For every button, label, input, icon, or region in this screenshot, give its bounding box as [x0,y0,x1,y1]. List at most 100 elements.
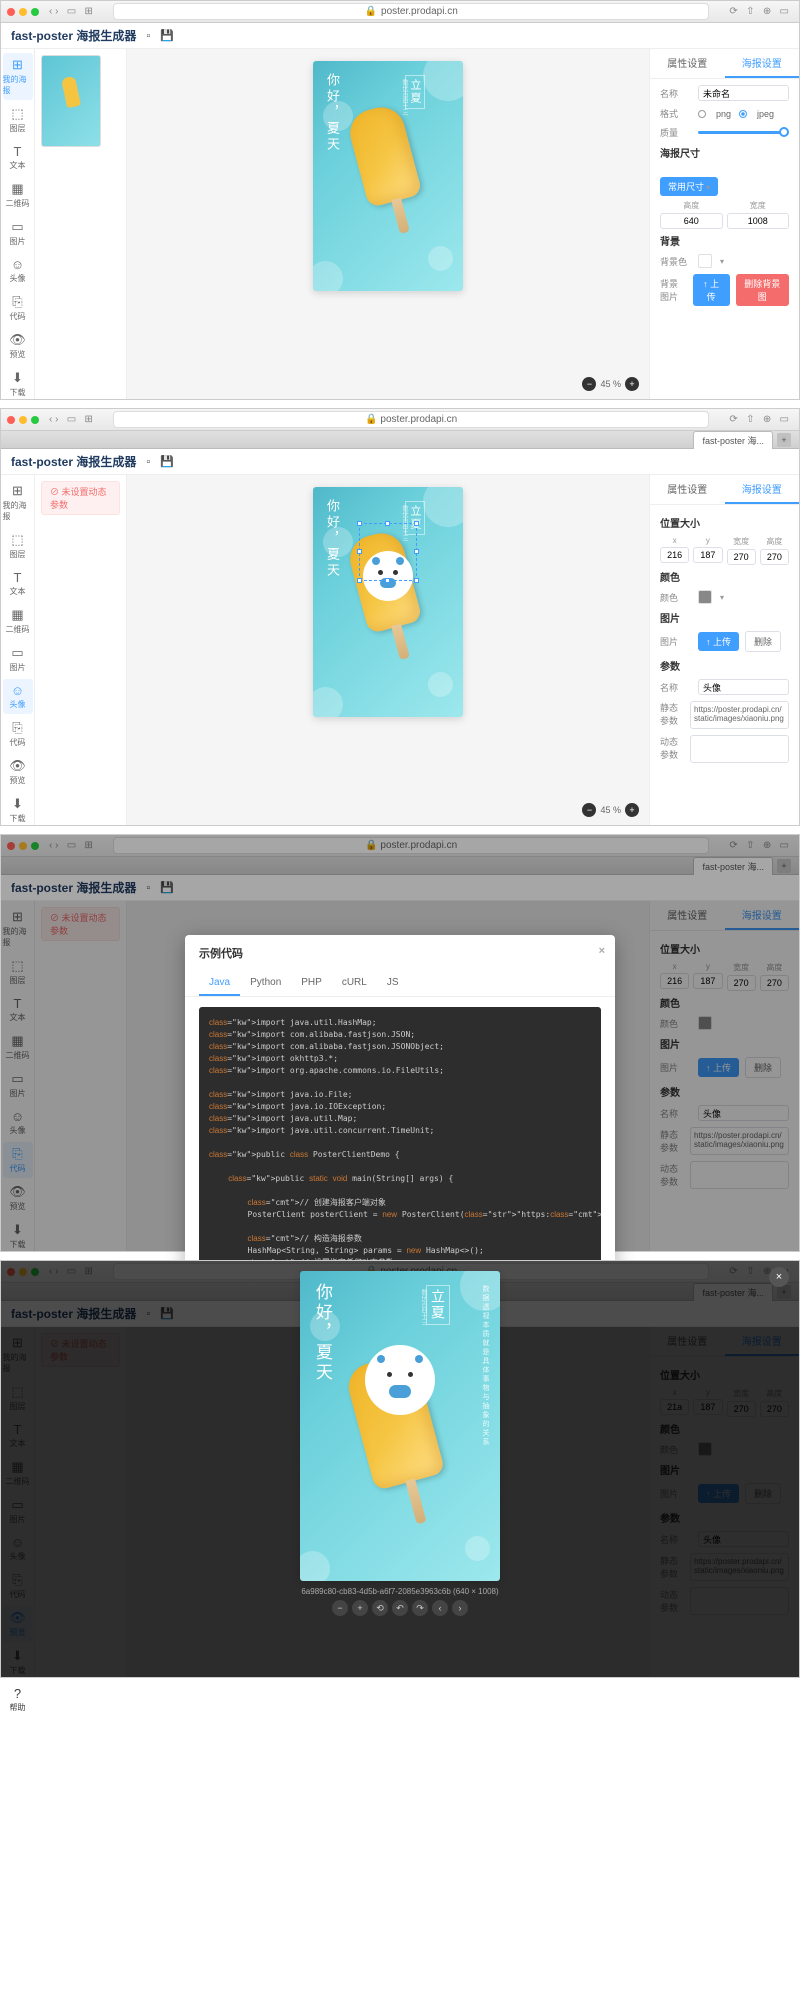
remove-bg-button[interactable]: 删除背景图 [736,274,790,306]
poster-thumbnail[interactable] [41,55,101,147]
modal-title: 示例代码 [199,948,243,960]
sidebar-label: 代码 [10,737,26,748]
poster-name-input[interactable] [698,85,789,101]
sidebar-item-0[interactable]: ⊞我的海报 [3,53,33,100]
sidebar-item-1[interactable]: ⬚图层 [3,528,33,564]
code-tab-java[interactable]: Java [199,971,240,996]
zoom-in-icon[interactable]: + [352,1600,368,1616]
sidebar-item-6[interactable]: ⎘代码 [3,290,33,326]
properties-panel: 属性设置 海报设置 名称 格式 png jpeg 质量 海报尺寸 常用尺寸▾ 高… [649,49,799,399]
address-bar[interactable]: 🔒 poster.prodapi.cn [113,411,709,428]
next-icon[interactable]: › [452,1600,468,1616]
zoom-out-button[interactable]: − [582,377,596,391]
save-icon[interactable]: 💾 [160,29,174,42]
x-input[interactable] [660,547,689,563]
window-controls[interactable] [7,416,39,424]
quality-slider[interactable] [698,131,789,134]
h-input[interactable] [760,549,789,565]
height-input[interactable] [660,213,723,229]
code-tab-php[interactable]: PHP [291,971,332,996]
code-tab-js[interactable]: JS [377,971,409,996]
rotate-right-icon[interactable]: ↷ [412,1600,428,1616]
upload-bg-button[interactable]: ↑ 上传 [693,274,730,306]
lock-icon: 🔒 [365,414,377,425]
layer-panel: ⊘ 未设置动态参数 [35,475,127,825]
poster-canvas[interactable]: 你好，夏天 数伏百四十三 立夏 [313,61,463,291]
canvas-area[interactable]: 你好，夏天 数伏百四十三 立夏 − 45 % + [127,49,649,399]
poster-canvas[interactable]: 你好，夏天 数伏百四十三 立夏 [313,487,463,717]
sidebar-icon: ⬇ [12,370,23,386]
poster-text-center[interactable]: 立夏 [405,75,425,109]
sidebar-item-2[interactable]: T文本 [3,566,33,601]
browser-chrome: ‹ › ▭ ⊞ 🔒 poster.prodapi.cn ⟳ ⇧ ⊕ ▭ [1,409,799,431]
sidebar-label: 文本 [10,160,26,171]
canvas-area[interactable]: 你好，夏天 数伏百四十三 立夏 − 45 % + [127,475,649,825]
sidebar-item-5[interactable]: ☺头像 [3,679,33,714]
sidebar-item-7[interactable]: 👁预览 [3,754,33,790]
rotate-left-icon[interactable]: ↶ [392,1600,408,1616]
sidebar-item-3[interactable]: ▦二维码 [3,177,33,213]
sidebar-item-8[interactable]: ⬇下载 [3,366,33,402]
tab-poster-settings[interactable]: 海报设置 [725,49,800,78]
screenshot-2: ‹ › ▭ ⊞ 🔒 poster.prodapi.cn ⟳ ⇧ ⊕ ▭ fast… [0,408,800,826]
new-tab-button[interactable]: + [777,433,791,447]
sidebar-icon: ▭ [11,219,23,235]
sidebar-item-5[interactable]: ☺头像 [3,253,33,288]
zoom-control: − 45 % + [582,377,639,391]
poster-text-vertical[interactable]: 你好，夏天 [323,73,342,153]
new-doc-icon[interactable]: ▫ [146,456,150,468]
preview-close-button[interactable]: × [769,1267,789,1287]
upload-image-button[interactable]: ↑ 上传 [698,632,739,651]
window-controls[interactable] [7,8,39,16]
zoom-out-icon[interactable]: − [332,1600,348,1616]
zoom-out-button[interactable]: − [582,803,596,817]
sidebar-item-6[interactable]: ⎘代码 [3,716,33,752]
zoom-in-button[interactable]: + [625,803,639,817]
sidebar-label: 头像 [10,699,26,710]
preview-overlay[interactable]: × 你好，夏天 数伏百四十三 立夏 数据透视本质就是具体事物与抽象的关系 6a9… [1,1261,799,1677]
code-tab-python[interactable]: Python [240,971,291,996]
new-doc-icon[interactable]: ▫ [146,30,150,42]
address-bar[interactable]: 🔒poster.prodapi.cn [113,3,709,20]
nav-buttons[interactable]: ‹ › ▭ ⊞ [49,6,93,17]
sidebar-item-4[interactable]: ▭图片 [3,641,33,677]
y-input[interactable] [693,547,722,563]
sidebar-item-3[interactable]: ▦二维码 [3,603,33,639]
browser-tab[interactable]: fast-poster 海... [693,431,773,449]
prev-icon[interactable]: ‹ [432,1600,448,1616]
sidebar-icon: ? [14,1686,21,1701]
format-radio-group[interactable]: png jpeg [698,109,774,119]
sidebar-label: 下载 [10,813,26,824]
sidebar-label: 二维码 [6,198,30,209]
dynamic-param-input[interactable] [690,735,789,763]
sidebar-item-1[interactable]: ⬚图层 [3,102,33,138]
static-param-input[interactable]: https://poster.prodapi.cn/static/images/… [690,701,789,729]
sidebar-item-9[interactable]: ?帮助 [3,1682,33,1717]
save-icon[interactable]: 💾 [160,455,174,468]
sidebar: ⊞我的海报⬚图层T文本▦二维码▭图片☺头像⎘代码👁预览⬇下载?帮助 [1,475,35,825]
selection-box[interactable] [359,523,417,581]
zoom-in-button[interactable]: + [625,377,639,391]
bg-color-swatch[interactable] [698,254,712,268]
browser-actions[interactable]: ⟳ ⇧ ⊕ ▭ [729,6,789,17]
code-tab-curl[interactable]: cURL [332,971,377,996]
delete-image-button[interactable]: 删除 [745,631,781,652]
sidebar-icon: T [14,144,22,159]
reset-icon[interactable]: ⟲ [372,1600,388,1616]
tab-attr-settings[interactable]: 属性设置 [650,49,725,78]
color-swatch[interactable] [698,590,712,604]
preview-filename: 6a989c80-cb83-4d5b-a6f7-2085e3963c6b (64… [301,1587,498,1596]
modal-close-button[interactable]: × [599,945,605,957]
param-name-input[interactable] [698,679,789,695]
sidebar-item-2[interactable]: T文本 [3,140,33,175]
sidebar-item-4[interactable]: ▭图片 [3,215,33,251]
preset-size-button[interactable]: 常用尺寸▾ [660,177,718,196]
sidebar-label: 帮助 [10,1702,26,1713]
sidebar-icon: ⬚ [11,532,23,548]
sidebar-item-7[interactable]: 👁预览 [3,328,33,364]
sidebar-icon: ☺ [11,257,24,272]
w-input[interactable] [727,549,756,565]
sidebar-item-0[interactable]: ⊞我的海报 [3,479,33,526]
sidebar-item-8[interactable]: ⬇下载 [3,792,33,828]
width-input[interactable] [727,213,790,229]
